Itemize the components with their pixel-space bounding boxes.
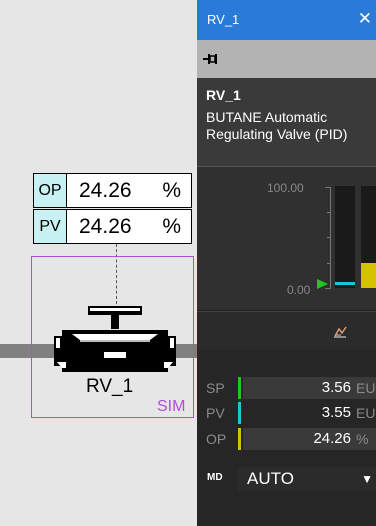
pv-display-value-field: 24.26 % — [67, 209, 192, 244]
faceplate-description: BUTANE Automatic Regulating Valve (PID) — [206, 109, 348, 142]
sp-color-bar — [238, 377, 241, 399]
trend-icon[interactable] — [333, 325, 347, 338]
op-value: 24.26 — [313, 430, 351, 447]
sp-pointer-icon[interactable] — [317, 279, 328, 289]
pv-label: PV — [206, 405, 225, 421]
pv-bar-indicator — [335, 282, 355, 285]
pv-row: PV 3.55 EU — [197, 402, 376, 424]
close-icon[interactable]: ✕ — [358, 9, 372, 29]
op-unit: % — [356, 431, 369, 447]
pv-unit: EU — [356, 405, 376, 421]
op-display-unit: % — [162, 179, 181, 202]
op-value-field[interactable]: 24.26 % — [243, 428, 376, 450]
mode-dropdown[interactable]: AUTO ▼ — [238, 467, 376, 491]
op-display-box[interactable]: OP 24.26 % — [33, 173, 192, 208]
faceplate-titlebar[interactable]: RV_1 ✕ — [197, 0, 376, 40]
pv-display-label: PV — [33, 209, 67, 244]
valve-name-label: RV_1 — [86, 376, 134, 397]
pv-display-box[interactable]: PV 24.26 % — [33, 209, 192, 244]
pv-display-unit: % — [162, 215, 181, 238]
op-display-value: 24.26 — [79, 179, 132, 202]
sp-row[interactable]: SP 3.56 EU — [197, 377, 376, 399]
axis-tick — [327, 263, 331, 264]
pv-bar-track — [335, 186, 355, 288]
pv-display-value: 24.26 — [79, 215, 132, 238]
faceplate-pin-bar — [197, 40, 376, 78]
scale-high-label: 100.00 — [267, 181, 304, 195]
op-display-value-field: 24.26 % — [67, 173, 192, 208]
sp-label: SP — [206, 380, 225, 396]
pin-icon[interactable] — [203, 53, 217, 65]
op-color-bar — [238, 428, 241, 450]
axis-tick — [327, 237, 331, 238]
axis-tick — [327, 212, 331, 213]
mode-label: MD — [207, 472, 223, 483]
op-bar-fill — [361, 263, 376, 288]
sp-value-field[interactable]: 3.56 EU — [243, 377, 376, 399]
valve-faceplate-panel: RV_1 ✕ RV_1 BUTANE Automatic Regulating … — [197, 0, 376, 526]
pv-value: 3.55 — [321, 404, 351, 421]
chevron-down-icon: ▼ — [361, 472, 373, 486]
faceplate-bar-graph: 100.00 0.00 — [197, 167, 376, 310]
op-row[interactable]: OP 24.26 % — [197, 428, 376, 450]
op-label: OP — [206, 431, 227, 447]
op-display-label: OP — [33, 173, 67, 208]
mode-value: AUTO — [247, 469, 294, 488]
faceplate-parameters: SP 3.56 EU PV 3.55 EU OP 24.26 % MD AUTO… — [197, 350, 376, 526]
pv-color-bar — [238, 402, 241, 424]
pv-value-field: 3.55 EU — [243, 402, 376, 424]
faceplate-window-title: RV_1 — [207, 12, 240, 27]
sp-unit: EU — [356, 380, 376, 396]
process-graphic-canvas: OP 24.26 % PV 24.26 % RV_1 SIM — [0, 0, 200, 526]
sp-value: 3.56 — [321, 379, 351, 396]
faceplate-header: RV_1 BUTANE Automatic Regulating Valve (… — [197, 78, 376, 167]
control-valve-icon[interactable] — [54, 300, 176, 382]
simulation-badge: SIM — [157, 398, 186, 415]
faceplate-tag-name: RV_1 — [206, 87, 241, 103]
axis-tick — [325, 187, 331, 188]
scale-low-label: 0.00 — [287, 283, 311, 297]
faceplate-toolbar — [197, 311, 376, 350]
bar-graph-axis — [330, 187, 331, 289]
